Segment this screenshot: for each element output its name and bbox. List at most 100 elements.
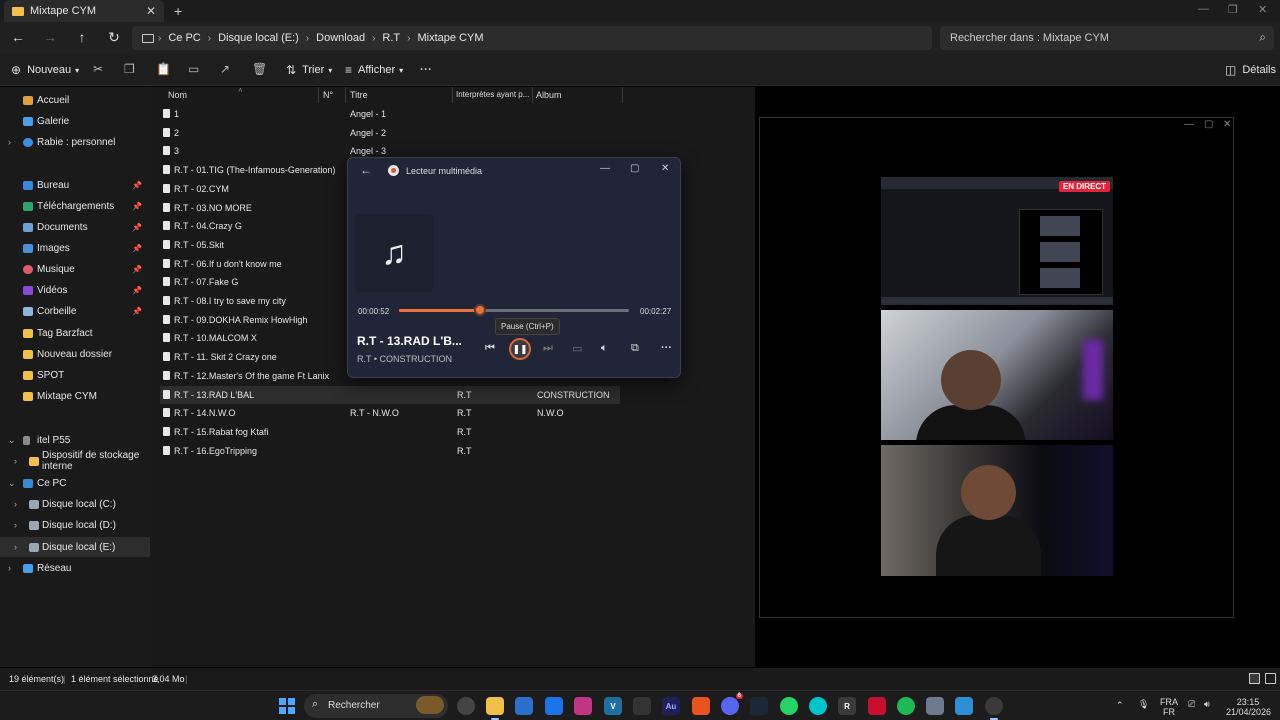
column-divider[interactable] <box>622 87 623 103</box>
media-player-taskbar-icon[interactable] <box>985 697 1003 720</box>
nav-downloads[interactable]: Téléchargements 📌 <box>0 196 150 216</box>
seek-handle[interactable] <box>474 304 487 316</box>
column-header-title[interactable]: Titre <box>350 90 368 100</box>
breadcrumb-download[interactable]: Download <box>316 32 365 44</box>
pause-button[interactable]: ❚❚ <box>509 338 531 360</box>
refresh-button[interactable]: ↻ <box>105 29 123 46</box>
up-button[interactable]: ↑ <box>73 29 91 45</box>
pin-icon[interactable]: 📌 <box>132 265 142 274</box>
mini-player-icon[interactable]: ⧉ <box>631 342 639 355</box>
instagram-icon[interactable] <box>574 697 592 715</box>
file-explorer-icon[interactable] <box>486 697 504 720</box>
minimize-icon[interactable]: — <box>1198 3 1209 15</box>
new-button[interactable]: ⊕ Nouveau ▾ <box>11 63 79 77</box>
maximize-icon[interactable]: ▢ <box>1204 119 1213 130</box>
microphone-icon[interactable]: 🎙︎ <box>1138 699 1149 709</box>
maximize-icon[interactable]: ❐ <box>1228 3 1238 16</box>
sort-button[interactable]: ⇅ Trier ▾ <box>286 63 332 77</box>
app-r-icon[interactable]: R <box>838 697 856 715</box>
epic-games-icon[interactable] <box>633 697 651 715</box>
photos-icon[interactable] <box>955 697 973 715</box>
forward-button[interactable]: → <box>41 29 59 45</box>
language-indicator[interactable]: FRA FR <box>1160 697 1178 717</box>
column-divider[interactable] <box>318 87 319 103</box>
seek-bar[interactable] <box>399 304 629 316</box>
nav-spot[interactable]: SPOT <box>0 365 150 385</box>
taskbar-search[interactable]: ⌕ Rechercher <box>304 694 448 718</box>
close-icon[interactable]: ✕ <box>1223 119 1231 130</box>
nav-disk-d[interactable]: › Disque local (D:) <box>0 515 150 535</box>
store-icon[interactable] <box>515 697 533 715</box>
outlook-icon[interactable] <box>545 697 563 715</box>
nav-phone[interactable]: ⌄ itel P55 <box>0 430 150 450</box>
minimize-icon[interactable]: — <box>600 163 610 174</box>
breadcrumb-mixtape[interactable]: Mixtape CYM <box>417 32 483 44</box>
tiles-view-icon[interactable] <box>1265 673 1276 684</box>
breadcrumb-rt[interactable]: R.T <box>382 32 400 44</box>
column-divider[interactable] <box>345 87 346 103</box>
file-row[interactable]: R.T - 14.N.W.O R.T - N.W.O R.T N.W.O <box>160 404 620 422</box>
file-row[interactable]: 1 Angel - 1 <box>160 105 620 123</box>
breadcrumb-ce-pc[interactable]: Ce PC <box>168 32 200 44</box>
pin-icon[interactable]: 📌 <box>132 244 142 253</box>
speaker-icon[interactable]: 🔊︎ <box>1204 699 1210 709</box>
show-hidden-icons[interactable]: ⌃ <box>1116 700 1124 710</box>
affinity-icon[interactable] <box>868 697 886 715</box>
column-header-album[interactable]: Album <box>536 90 562 100</box>
previous-track-icon[interactable]: ⏮ <box>485 342 495 355</box>
clock[interactable]: 23:15 21/04/2026 <box>1226 697 1271 717</box>
back-button[interactable]: ← <box>9 29 27 45</box>
breadcrumb-disk-e[interactable]: Disque local (E:) <box>218 32 299 44</box>
nav-videos[interactable]: Vidéos 📌 <box>0 280 150 300</box>
copy-icon[interactable]: ❐ <box>124 62 135 76</box>
settings-icon[interactable] <box>926 697 944 715</box>
nav-disk-e[interactable]: › Disque local (E:) <box>0 537 150 557</box>
canva-icon[interactable] <box>809 697 827 715</box>
nav-new-folder[interactable]: Nouveau dossier <box>0 344 150 364</box>
search-input[interactable]: Rechercher dans : Mixtape CYM ⌕ <box>940 26 1274 50</box>
discord-icon[interactable]: 6 <box>721 693 743 715</box>
maximize-icon[interactable]: ▢ <box>630 163 639 174</box>
steam-icon[interactable] <box>750 697 768 715</box>
next-track-icon[interactable]: ⏭ <box>543 342 553 355</box>
column-header-number[interactable]: N° <box>323 90 333 100</box>
close-tab-icon[interactable]: ✕ <box>146 4 156 18</box>
nav-disk-c[interactable]: › Disque local (C:) <box>0 494 150 514</box>
details-view-icon[interactable] <box>1249 673 1260 684</box>
file-row[interactable]: R.T - 16.EgoTripping R.T <box>160 442 620 460</box>
close-icon[interactable]: ✕ <box>661 163 669 174</box>
nav-tag-barzfact[interactable]: Tag Barzfact <box>0 323 150 343</box>
nav-recycle-bin[interactable]: Corbeille 📌 <box>0 301 150 321</box>
address-bar[interactable]: › Ce PC › Disque local (E:) › Download ›… <box>132 26 932 50</box>
network-icon[interactable]: ⎚ <box>1188 699 1195 709</box>
spotify-icon[interactable] <box>897 697 915 715</box>
audition-icon[interactable]: Au <box>662 697 680 715</box>
file-row[interactable]: R.T - 13.RAD L'BAL R.T CONSTRUCTION <box>160 385 620 404</box>
vegas-icon[interactable]: V <box>604 697 622 715</box>
volume-icon[interactable]: 🔈︎ <box>601 342 608 355</box>
subtitles-icon[interactable]: ▭ <box>572 342 582 355</box>
more-icon[interactable]: ··· <box>420 62 432 76</box>
share-icon[interactable]: ↗ <box>220 62 230 76</box>
close-window-icon[interactable]: ✕ <box>1258 3 1267 16</box>
nav-onedrive[interactable]: › Rabie : personnel <box>0 132 150 152</box>
pin-icon[interactable]: 📌 <box>132 286 142 295</box>
pin-icon[interactable]: 📌 <box>132 202 142 211</box>
nav-music[interactable]: Musique 📌 <box>0 259 150 279</box>
back-arrow-icon[interactable]: ← <box>360 163 372 177</box>
pin-icon[interactable]: 📌 <box>132 307 142 316</box>
nav-gallery[interactable]: Galerie <box>0 111 150 131</box>
nav-desktop[interactable]: Bureau 📌 <box>0 175 150 195</box>
nav-mixtape[interactable]: Mixtape CYM <box>0 386 150 406</box>
more-options-icon[interactable]: ··· <box>661 342 672 354</box>
rename-icon[interactable]: ▭ <box>188 62 199 76</box>
nav-pictures[interactable]: Images 📌 <box>0 238 150 258</box>
cut-icon[interactable]: ✂ <box>93 62 103 76</box>
view-button[interactable]: ≡ Afficher ▾ <box>345 63 403 77</box>
whatsapp-icon[interactable] <box>780 697 798 715</box>
column-divider[interactable] <box>532 87 533 103</box>
nav-internal-storage[interactable]: › Dispositif de stockage interne <box>0 450 150 472</box>
pin-icon[interactable]: 📌 <box>132 181 142 190</box>
delete-icon[interactable]: 🗑 <box>252 62 267 76</box>
details-button[interactable]: ◫ Détails <box>1225 63 1276 77</box>
